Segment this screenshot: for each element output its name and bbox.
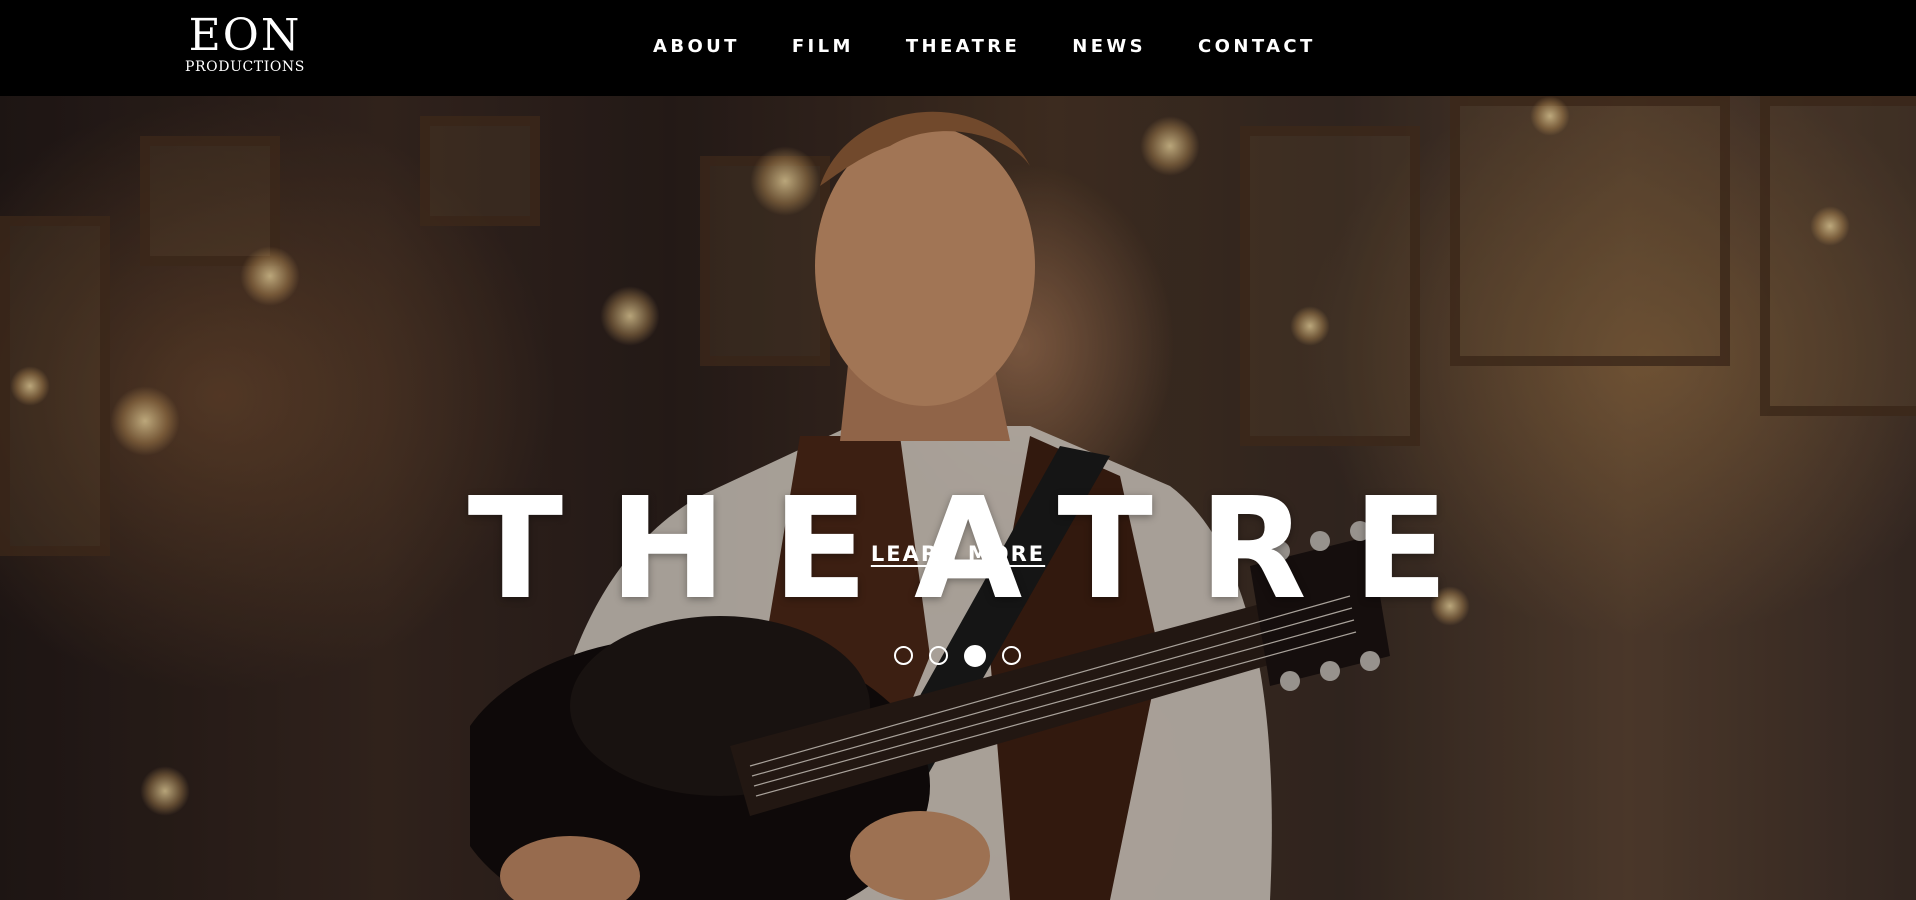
slider-pagination — [894, 644, 1021, 667]
logo-wordmark: EON — [188, 10, 302, 61]
logo-subtitle: PRODUCTIONS — [185, 59, 305, 75]
site-logo[interactable]: EON PRODUCTIONS — [185, 10, 305, 75]
site-header: EON PRODUCTIONS ABOUT FILM THEATRE NEWS … — [0, 0, 1916, 96]
slider-dot-1[interactable] — [894, 646, 913, 665]
hero-slider: THEATRE LEARN MORE — [0, 96, 1916, 900]
nav-item-about[interactable]: ABOUT — [653, 36, 740, 57]
slider-dot-2[interactable] — [929, 646, 948, 665]
learn-more-link[interactable]: LEARN MORE — [871, 542, 1045, 566]
page: EON PRODUCTIONS ABOUT FILM THEATRE NEWS … — [0, 0, 1916, 900]
nav-item-film[interactable]: FILM — [792, 36, 854, 57]
slider-dot-4[interactable] — [1002, 646, 1021, 665]
hero-cta-wrapper: LEARN MORE — [0, 542, 1916, 566]
nav-item-contact[interactable]: CONTACT — [1198, 36, 1316, 57]
main-nav: ABOUT FILM THEATRE NEWS CONTACT — [653, 36, 1316, 57]
nav-item-news[interactable]: NEWS — [1072, 36, 1146, 57]
nav-item-theatre[interactable]: THEATRE — [906, 36, 1020, 57]
slider-dot-3-active[interactable] — [964, 644, 986, 667]
